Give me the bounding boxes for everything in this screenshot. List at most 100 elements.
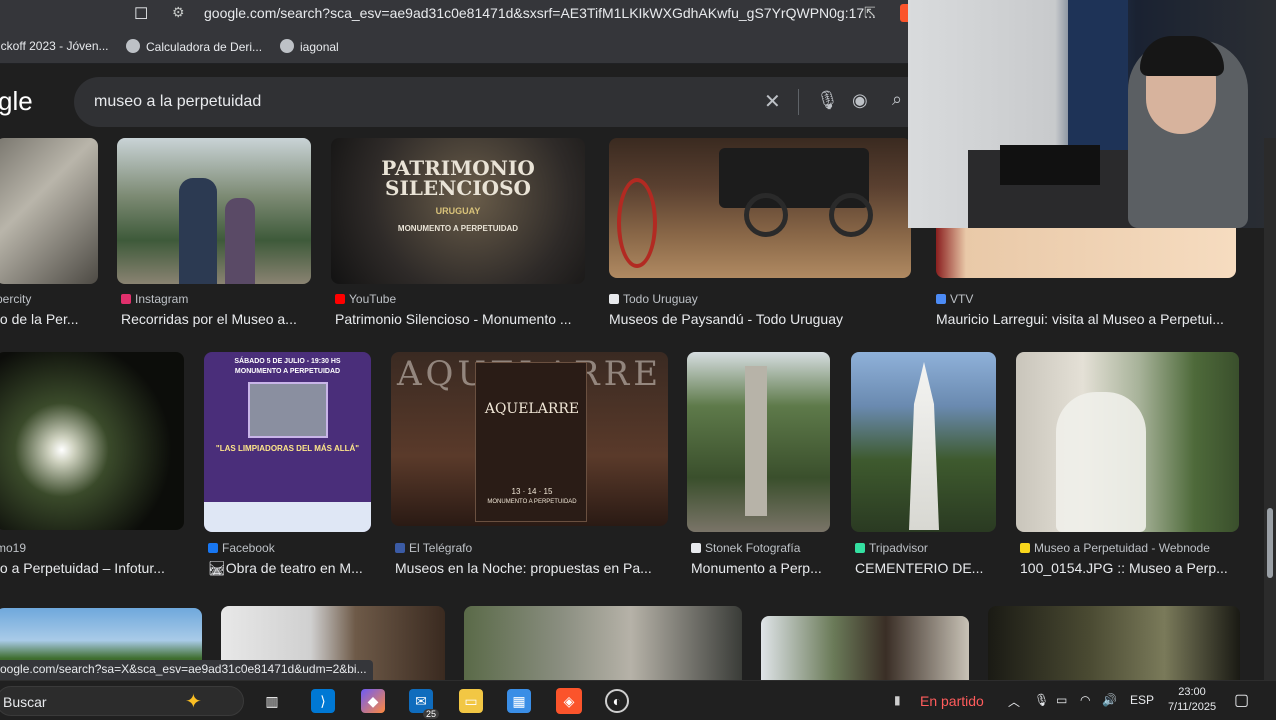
wheel-shape: [829, 193, 873, 237]
scrollbar-thumb[interactable]: [1267, 508, 1273, 578]
search-input[interactable]: museo a la perpetuidad: [94, 93, 261, 111]
result-source[interactable]: mo19: [0, 541, 26, 555]
nba-icon[interactable]: ▮: [894, 693, 901, 707]
clock[interactable]: 23:00 7/11/2025: [1164, 685, 1220, 715]
result-thumbnail[interactable]: [464, 606, 742, 680]
result-thumbnail[interactable]: [0, 138, 98, 284]
google-logo[interactable]: gle: [0, 86, 33, 117]
result-thumbnail[interactable]: [609, 138, 911, 278]
image-result[interactable]: Tripadvisor CEMENTERIO DE...: [851, 352, 997, 582]
result-thumbnail[interactable]: [0, 352, 184, 530]
person-figure: [225, 198, 255, 284]
result-source[interactable]: Facebook: [208, 541, 275, 555]
image-result[interactable]: Museo a Perpetuidad - Webnode 100_0154.J…: [1016, 352, 1240, 582]
webnode-icon: [1020, 543, 1030, 553]
result-source[interactable]: Stonek Fotografía: [691, 541, 800, 555]
task-view-icon[interactable]: ▥: [260, 689, 284, 713]
angel-statue-shape: [1056, 392, 1146, 532]
result-title[interactable]: Museos de Paysandú - Todo Uruguay: [609, 311, 909, 327]
image-result[interactable]: Stonek Fotografía Monumento a Perp...: [687, 352, 831, 582]
result-thumbnail[interactable]: [851, 352, 996, 532]
result-title[interactable]: CEMENTERIO DE...: [855, 560, 995, 576]
result-source[interactable]: Tripadvisor: [855, 541, 928, 555]
result-thumbnail[interactable]: [1016, 352, 1239, 532]
thumbnail-play-title: "LAS LIMPIADORAS DEL MÁS ALLÁ": [215, 444, 360, 453]
taskbar-search[interactable]: Buscar ✦: [0, 686, 244, 716]
copilot-icon[interactable]: ◆: [361, 689, 385, 713]
result-title[interactable]: 🛤Obra de teatro en M...: [208, 560, 368, 577]
bookmark-star-icon[interactable]: ☐: [134, 4, 150, 23]
image-result[interactable]: [464, 606, 742, 680]
image-result[interactable]: [988, 606, 1240, 680]
image-result[interactable]: Instagram Recorridas por el Museo a...: [117, 138, 311, 338]
result-source[interactable]: percity: [0, 292, 31, 306]
wifi-icon[interactable]: ◠: [1080, 693, 1090, 707]
result-thumbnail[interactable]: [687, 352, 830, 532]
column-shape: [745, 366, 767, 516]
result-title[interactable]: to de la Per...: [0, 311, 98, 327]
result-thumbnail[interactable]: [936, 228, 1236, 278]
poster-venue: MONUMENTO A PERPETUIDAD: [487, 499, 577, 505]
url-field[interactable]: google.com/search?sca_esv=ae9ad31c0e8147…: [204, 5, 876, 21]
obs-icon[interactable]: ◐: [605, 689, 629, 713]
thumbnail-heading: PATRIMONIO SILENCIOSO: [381, 156, 535, 200]
result-title[interactable]: Recorridas por el Museo a...: [121, 311, 311, 327]
bookmark-favicon-icon: [280, 39, 294, 53]
page-scrollbar[interactable]: [1264, 138, 1276, 680]
image-result[interactable]: mo19 to a Perpetuidad – Infotur...: [0, 352, 184, 582]
vscode-icon[interactable]: ⟩: [311, 689, 335, 713]
result-title[interactable]: Patrimonio Silencioso - Monumento ...: [335, 311, 583, 327]
stonek-icon: [691, 543, 701, 553]
result-source[interactable]: Instagram: [121, 292, 188, 306]
image-result[interactable]: Todo Uruguay Museos de Paysandú - Todo U…: [609, 138, 911, 338]
result-thumbnail[interactable]: SÁBADO 5 DE JULIO - 19:30 HS MONUMENTO A…: [204, 352, 371, 532]
result-source[interactable]: El Telégrafo: [395, 541, 472, 555]
file-explorer-icon[interactable]: ▭: [459, 689, 483, 713]
result-title[interactable]: Mauricio Larregui: visita al Museo a Per…: [936, 311, 1236, 327]
result-thumbnail[interactable]: [988, 606, 1240, 680]
image-result[interactable]: PATRIMONIO SILENCIOSO URUGUAY MONUMENTO …: [331, 138, 587, 338]
search-icon[interactable]: ⌕: [892, 89, 902, 110]
result-title[interactable]: Museos en la Noche: propuestas en Pa...: [395, 560, 667, 576]
result-title[interactable]: Monumento a Perp...: [691, 560, 831, 576]
result-source[interactable]: VTV: [936, 292, 973, 306]
image-result[interactable]: [761, 616, 969, 680]
facebook-icon: [208, 543, 218, 553]
image-result[interactable]: AQUELARRE AQUELARRE 13 · 14 · 15 MONUMEN…: [391, 352, 669, 582]
bookmark-item[interactable]: iagonal: [280, 39, 339, 54]
result-source[interactable]: Todo Uruguay: [609, 292, 698, 306]
result-thumbnail[interactable]: PATRIMONIO SILENCIOSO URUGUAY MONUMENTO …: [331, 138, 585, 284]
bookmark-item[interactable]: Calculadora de Deri...: [126, 39, 262, 54]
microphone-icon[interactable]: 🎙: [816, 90, 839, 111]
monument-shape: [909, 362, 939, 530]
clear-icon[interactable]: ✕: [764, 89, 781, 114]
microphone-icon[interactable]: 🎙: [1034, 693, 1049, 707]
bookmark-item[interactable]: ickoff 2023 - Jóven...: [0, 39, 109, 53]
chevron-up-icon[interactable]: ︿: [1008, 693, 1020, 710]
result-source[interactable]: YouTube: [335, 292, 396, 306]
image-result[interactable]: percity to de la Per...: [0, 138, 98, 338]
result-title[interactable]: to a Perpetuidad – Infotur...: [0, 560, 182, 576]
status-text[interactable]: En partido: [920, 693, 984, 709]
image-result[interactable]: SÁBADO 5 DE JULIO - 19:30 HS MONUMENTO A…: [204, 352, 372, 582]
mail-icon[interactable]: ✉ 25: [409, 689, 439, 719]
store-icon[interactable]: ▦: [507, 689, 531, 713]
notification-icon[interactable]: ▢: [1234, 690, 1249, 710]
site-info-icon[interactable]: ⚙: [172, 4, 192, 22]
result-title[interactable]: 100_0154.JPG :: Museo a Perp...: [1020, 560, 1238, 576]
lens-icon[interactable]: ◉: [852, 90, 868, 111]
result-thumbnail[interactable]: [761, 616, 969, 680]
result-source[interactable]: Museo a Perpetuidad - Webnode: [1020, 541, 1210, 555]
share-icon[interactable]: ⇱: [864, 4, 876, 21]
poster: AQUELARRE 13 · 14 · 15 MONUMENTO A PERPE…: [475, 362, 587, 522]
result-thumbnail[interactable]: [117, 138, 311, 284]
result-thumbnail[interactable]: AQUELARRE AQUELARRE 13 · 14 · 15 MONUMEN…: [391, 352, 668, 526]
volume-icon[interactable]: 🔊: [1102, 693, 1117, 707]
thumbnail-subheading: URUGUAY: [435, 206, 481, 216]
brave-browser-icon[interactable]: ◈: [556, 688, 582, 714]
image-result[interactable]: VTV Mauricio Larregui: visita al Museo a…: [936, 228, 1236, 338]
thumbnail-date: SÁBADO 5 DE JULIO - 19:30 HS: [234, 358, 341, 365]
language-indicator[interactable]: ESP: [1130, 693, 1154, 707]
battery-icon[interactable]: ▭: [1056, 693, 1067, 707]
search-box[interactable]: museo a la perpetuidad ✕ 🎙 ◉ ⌕: [74, 77, 934, 127]
